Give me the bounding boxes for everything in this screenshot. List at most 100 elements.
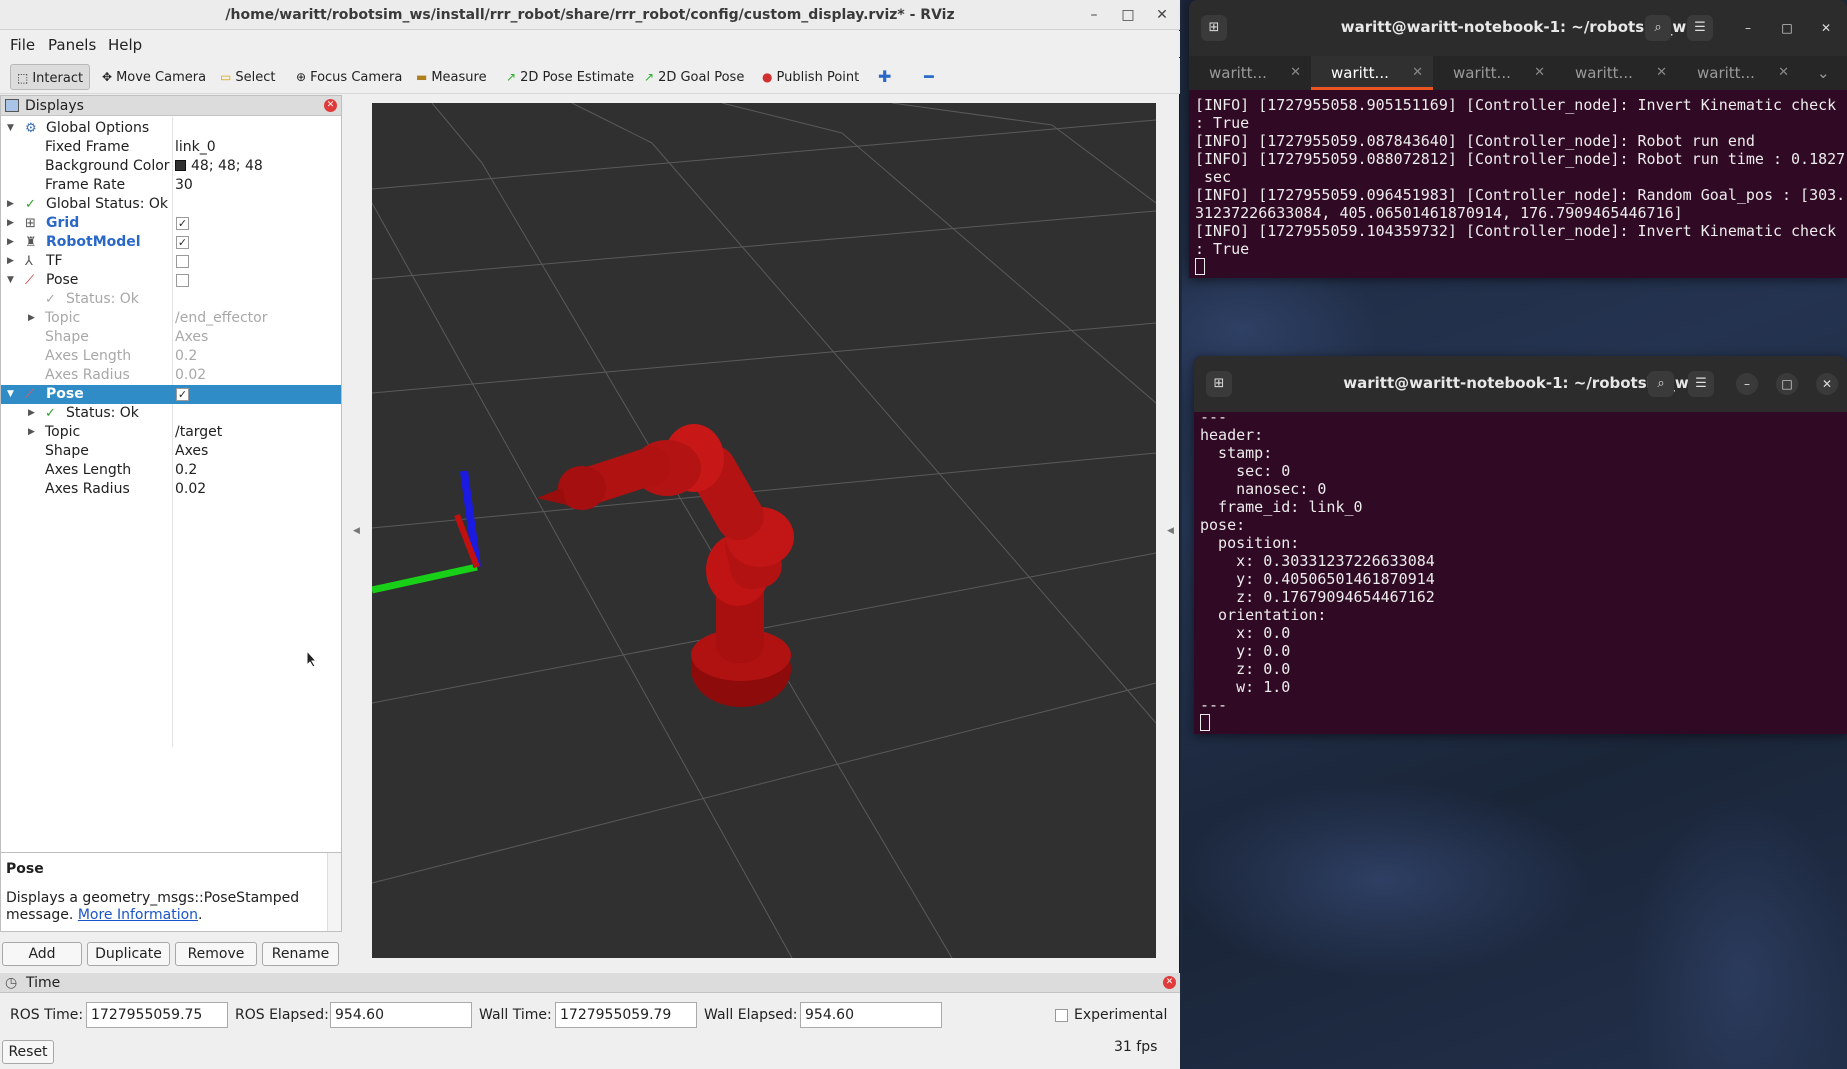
tree-background-color[interactable]: Background Color 48; 48; 48 bbox=[1, 157, 341, 176]
close-icon[interactable]: ✕ bbox=[1153, 6, 1171, 24]
minimize-icon[interactable]: – bbox=[1085, 6, 1103, 24]
close-icon[interactable]: ✕ bbox=[1816, 373, 1838, 395]
maximize-icon[interactable]: □ bbox=[1119, 6, 1137, 24]
tool-move-camera[interactable]: ✥ Move Camera bbox=[96, 64, 212, 90]
expand-arrow-icon[interactable]: ▶ bbox=[28, 309, 35, 328]
tree-global-status[interactable]: ▶ ✓ Global Status: Ok bbox=[1, 195, 341, 214]
expand-arrow-icon[interactable]: ▶ bbox=[28, 423, 35, 442]
expand-arrow-icon[interactable]: ▶ bbox=[7, 214, 14, 233]
pose-checkbox[interactable]: ✓ bbox=[176, 388, 189, 401]
expand-arrow-icon[interactable]: ▶ bbox=[7, 233, 14, 252]
terminal-output[interactable]: --- header: stamp: sec: 0 nanosec: 0 fram… bbox=[1200, 408, 1435, 732]
tree-global-options[interactable]: ▼ ⚙ Global Options bbox=[1, 119, 341, 138]
expand-arrow-icon[interactable]: ▶ bbox=[7, 252, 14, 271]
tool-2d-goal-pose[interactable]: ↗ 2D Goal Pose bbox=[638, 64, 750, 90]
menu-help[interactable]: Help bbox=[108, 36, 142, 54]
experimental-checkbox[interactable] bbox=[1055, 1009, 1068, 1022]
tree-pose2-status[interactable]: ▶ ✓ Status: Ok bbox=[1, 404, 341, 423]
ros-time-field[interactable]: 1727955059.75 bbox=[86, 1002, 228, 1028]
expand-arrow-icon[interactable]: ▶ bbox=[28, 404, 35, 423]
property-value[interactable]: 0.2 bbox=[175, 347, 197, 366]
terminal-output[interactable]: [INFO] [1727955058.905151169] [Controlle… bbox=[1195, 96, 1845, 276]
tree-fixed-frame[interactable]: Fixed Frame link_0 bbox=[1, 138, 341, 157]
more-information-link[interactable]: More Information bbox=[78, 907, 198, 923]
tree-pose1-status[interactable]: ✓ Status: Ok bbox=[1, 290, 341, 309]
collapse-right-icon[interactable]: ◀ bbox=[1167, 526, 1174, 536]
collapse-left-icon[interactable]: ◀ bbox=[353, 526, 360, 536]
robot-model-checkbox[interactable]: ✓ bbox=[176, 236, 189, 249]
property-value[interactable]: /target bbox=[175, 423, 222, 442]
tree-pose2-topic[interactable]: ▶ Topic /target bbox=[1, 423, 341, 442]
maximize-icon[interactable]: □ bbox=[1776, 17, 1798, 39]
tool-interact[interactable]: ⬚ Interact bbox=[10, 64, 91, 90]
wall-elapsed-field[interactable]: 954.60 bbox=[800, 1002, 942, 1028]
reset-button[interactable]: Reset bbox=[2, 1040, 54, 1064]
add-button[interactable]: Add bbox=[2, 942, 82, 966]
search-icon[interactable]: ⌕ bbox=[1648, 371, 1674, 397]
tree-pose1-shape[interactable]: Shape Axes bbox=[1, 328, 341, 347]
terminal-tab[interactable]: waritt... ✕ bbox=[1189, 56, 1311, 90]
property-value[interactable]: Axes bbox=[175, 442, 208, 461]
tree-pose2-axes-length[interactable]: Axes Length 0.2 bbox=[1, 461, 341, 480]
property-value[interactable]: link_0 bbox=[175, 138, 216, 157]
menu-icon[interactable]: ☰ bbox=[1688, 371, 1714, 397]
terminal-window-2[interactable]: ⊞ waritt@waritt-notebook-1: ~/robotsim_w… bbox=[1194, 356, 1847, 734]
search-icon[interactable]: ⌕ bbox=[1645, 15, 1671, 41]
close-panel-icon[interactable]: ✕ bbox=[1163, 976, 1176, 989]
menu-file[interactable]: File bbox=[10, 36, 35, 54]
terminal-tab-active[interactable]: waritt... ✕ bbox=[1311, 56, 1433, 90]
tool-2d-pose-estimate[interactable]: ↗ 2D Pose Estimate bbox=[500, 64, 640, 90]
tree-pose1-topic[interactable]: ▶ Topic /end_effector bbox=[1, 309, 341, 328]
close-tab-icon[interactable]: ✕ bbox=[1778, 56, 1789, 90]
grid-checkbox[interactable]: ✓ bbox=[176, 217, 189, 230]
minimize-icon[interactable]: – bbox=[1736, 373, 1758, 395]
property-value[interactable]: 48; 48; 48 bbox=[175, 157, 263, 176]
tree-pose2-shape[interactable]: Shape Axes bbox=[1, 442, 341, 461]
render-3d-view[interactable] bbox=[372, 103, 1156, 958]
terminal-tab[interactable]: waritt... ✕ bbox=[1555, 56, 1677, 90]
rename-button[interactable]: Rename bbox=[262, 942, 339, 966]
property-value[interactable]: /end_effector bbox=[175, 309, 267, 328]
tabs-dropdown-icon[interactable]: ⌄ bbox=[1817, 56, 1847, 90]
property-value[interactable]: 0.02 bbox=[175, 480, 206, 499]
tf-checkbox[interactable] bbox=[176, 255, 189, 268]
pose-checkbox[interactable] bbox=[176, 274, 189, 287]
minimize-icon[interactable]: – bbox=[1737, 17, 1759, 39]
remove-tool-icon[interactable]: ━ bbox=[918, 64, 940, 90]
add-tool-icon[interactable]: ✚ bbox=[872, 64, 897, 90]
close-icon[interactable]: ✕ bbox=[1815, 17, 1837, 39]
tree-tf[interactable]: ▶ ⅄ TF bbox=[1, 252, 341, 271]
menu-panels[interactable]: Panels bbox=[48, 36, 96, 54]
tool-select[interactable]: ▭ Select bbox=[214, 64, 281, 90]
property-value[interactable]: 0.02 bbox=[175, 366, 206, 385]
expand-arrow-icon[interactable]: ▼ bbox=[7, 271, 14, 290]
terminal-window-1[interactable]: ⊞ waritt@waritt-notebook-1: ~/robotsim_w… bbox=[1189, 0, 1847, 278]
rviz-titlebar[interactable]: /home/waritt/robotsim_ws/install/rrr_rob… bbox=[0, 0, 1180, 30]
tree-grid[interactable]: ▶ ⊞ Grid ✓ bbox=[1, 214, 341, 233]
close-tab-icon[interactable]: ✕ bbox=[1656, 56, 1667, 90]
tool-focus-camera[interactable]: ⊕ Focus Camera bbox=[290, 64, 408, 90]
close-panel-icon[interactable]: ✕ bbox=[324, 99, 337, 112]
tool-measure[interactable]: ▬ Measure bbox=[410, 64, 493, 90]
tool-publish-point[interactable]: ● Publish Point bbox=[756, 64, 865, 90]
close-tab-icon[interactable]: ✕ bbox=[1290, 56, 1301, 90]
tree-pose1-axes-radius[interactable]: Axes Radius 0.02 bbox=[1, 366, 341, 385]
terminal-tab[interactable]: waritt... ✕ bbox=[1433, 56, 1555, 90]
terminal-tab[interactable]: waritt... ✕ bbox=[1677, 56, 1799, 90]
tree-pose-end-effector[interactable]: ▼ ⟋ Pose bbox=[1, 271, 341, 290]
remove-button[interactable]: Remove bbox=[175, 942, 257, 966]
tree-pose1-axes-length[interactable]: Axes Length 0.2 bbox=[1, 347, 341, 366]
menu-icon[interactable]: ☰ bbox=[1687, 15, 1713, 41]
description-scrollbar[interactable] bbox=[327, 853, 341, 931]
property-value[interactable]: 0.2 bbox=[175, 461, 197, 480]
tree-robot-model[interactable]: ▶ ♜ RobotModel ✓ bbox=[1, 233, 341, 252]
expand-arrow-icon[interactable]: ▶ bbox=[7, 195, 14, 214]
ros-elapsed-field[interactable]: 954.60 bbox=[330, 1002, 472, 1028]
property-value[interactable]: 30 bbox=[175, 176, 193, 195]
maximize-icon[interactable]: □ bbox=[1776, 373, 1798, 395]
tree-pose-target[interactable]: ▼ ⟋ Pose ✓ bbox=[1, 385, 341, 404]
expand-arrow-icon[interactable]: ▼ bbox=[7, 385, 14, 404]
duplicate-button[interactable]: Duplicate bbox=[87, 942, 170, 966]
expand-arrow-icon[interactable]: ▼ bbox=[7, 119, 14, 138]
tree-pose2-axes-radius[interactable]: Axes Radius 0.02 bbox=[1, 480, 341, 499]
